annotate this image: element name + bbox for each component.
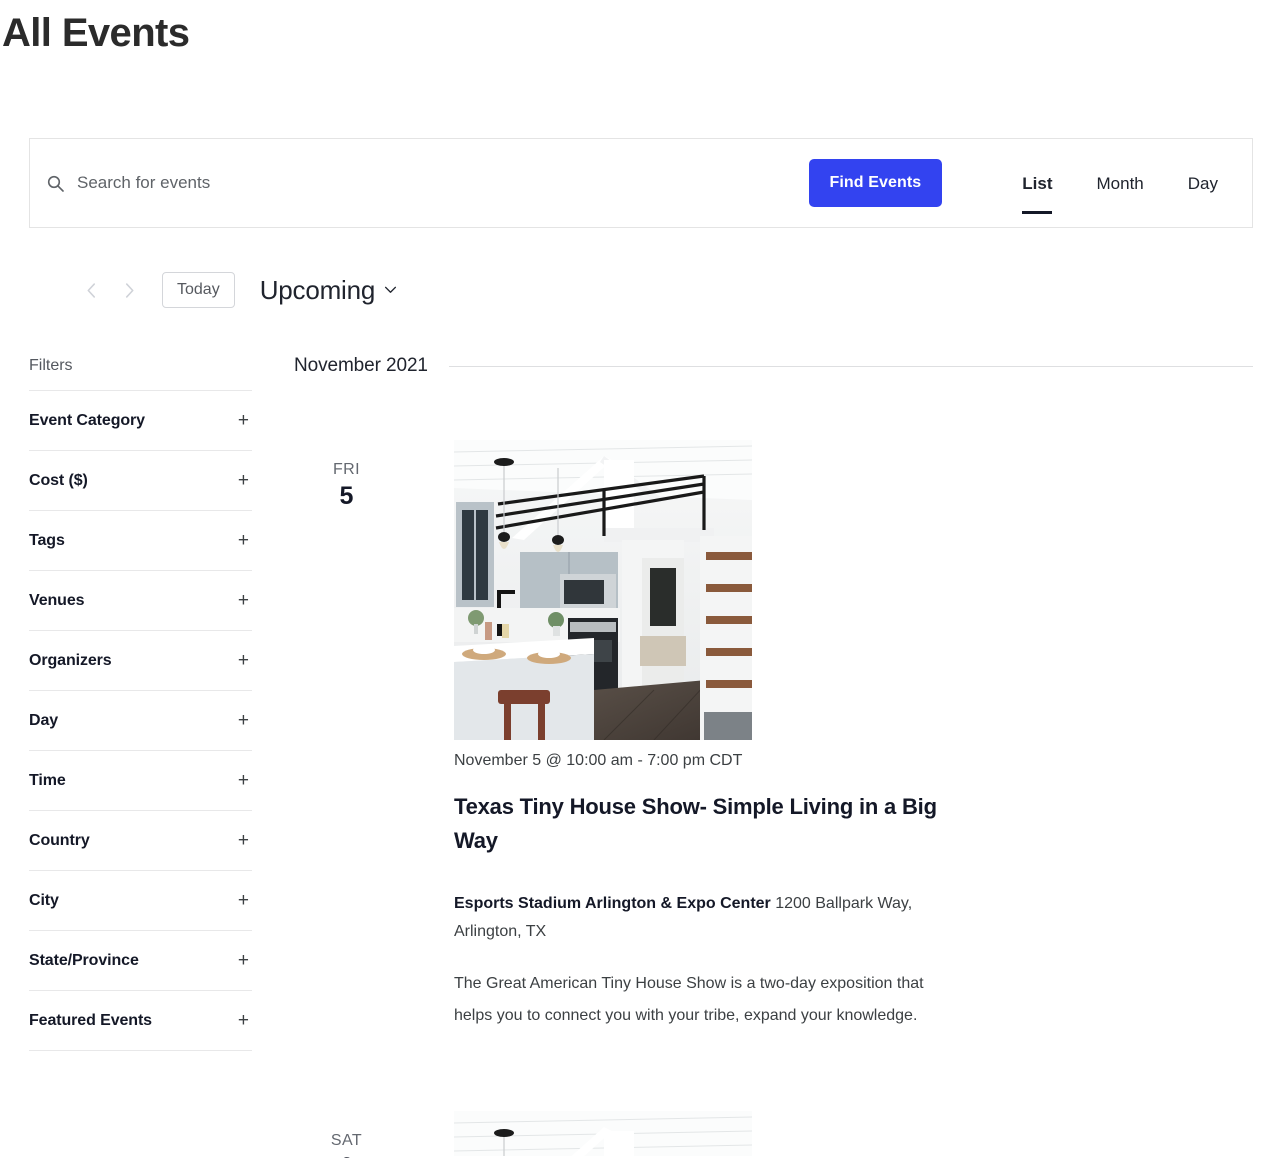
filter-label: Event Category <box>29 411 145 429</box>
filter-label: Venues <box>29 591 85 609</box>
filter-venues[interactable]: Venues + <box>29 570 252 630</box>
filters-divider <box>29 1050 252 1051</box>
events-list: November 2021 FRI 5 November 5 @ 10:00 a… <box>252 345 1268 1158</box>
event-list-item: SAT 6 <box>294 1048 1253 1158</box>
event-venue-name: Esports Stadium Arlington & Expo Center <box>454 895 771 913</box>
filter-label: Day <box>29 711 59 729</box>
plus-icon: + <box>237 590 249 611</box>
month-label: November 2021 <box>294 355 428 376</box>
filter-day[interactable]: Day + <box>29 690 252 750</box>
event-list-item: FRI 5 November 5 @ 10:00 am - 7:00 pm CD… <box>294 377 1253 1048</box>
events-search-bar: Find Events List Month Day <box>29 138 1253 228</box>
date-range-label: Upcoming <box>259 274 376 305</box>
event-details <box>399 1111 1253 1157</box>
plus-icon: + <box>237 890 249 911</box>
all-events-page: All Events Find Events List Month Day <box>0 0 1268 1158</box>
tab-day[interactable]: Day <box>1166 175 1252 192</box>
event-description: The Great American Tiny House Show is a … <box>454 975 924 1025</box>
plus-icon: + <box>237 470 249 491</box>
search-icon <box>47 175 64 192</box>
today-button[interactable]: Today <box>162 271 235 309</box>
month-header: November 2021 <box>294 345 1253 377</box>
date-navigation: Today Upcoming <box>72 268 397 312</box>
chevron-left-icon <box>86 282 97 299</box>
page-title: All Events <box>2 11 190 55</box>
filter-featured-events[interactable]: Featured Events + <box>29 990 252 1050</box>
event-day-number: 5 <box>339 481 354 510</box>
filters-sidebar: Filters Event Category + Cost ($) + Tags… <box>0 345 252 1051</box>
event-date-block: FRI 5 <box>294 440 399 512</box>
plus-icon: + <box>237 530 249 551</box>
plus-icon: + <box>237 770 249 791</box>
month-divider <box>448 365 1253 367</box>
filter-organizers[interactable]: Organizers + <box>29 630 252 690</box>
search-field <box>30 139 809 227</box>
plus-icon: + <box>237 410 249 431</box>
event-details: November 5 @ 10:00 am - 7:00 pm CDT Texa… <box>399 440 1253 1048</box>
filter-label: City <box>29 891 59 909</box>
tab-month[interactable]: Month <box>1075 175 1166 192</box>
event-title[interactable]: Texas Tiny House Show- Simple Living in … <box>454 790 944 857</box>
filter-tags[interactable]: Tags + <box>29 510 252 570</box>
event-thumbnail[interactable] <box>454 440 752 740</box>
event-weekday: FRI <box>333 461 360 478</box>
event-weekday: SAT <box>330 1132 363 1150</box>
view-tabs: List Month Day <box>1000 139 1252 227</box>
filters-heading: Filters <box>29 357 73 374</box>
filter-cost[interactable]: Cost ($) + <box>29 450 252 510</box>
filter-label: Tags <box>29 531 65 549</box>
tab-list[interactable]: List <box>1000 175 1074 192</box>
event-date-block: SAT 6 <box>294 1111 399 1158</box>
filter-label: Cost ($) <box>29 471 88 489</box>
prev-events-button[interactable] <box>72 268 110 312</box>
plus-icon: + <box>237 830 249 851</box>
plus-icon: + <box>237 950 249 971</box>
tiny-house-interior-image <box>454 1111 752 1157</box>
filter-country[interactable]: Country + <box>29 810 252 870</box>
filter-label: Country <box>29 831 90 849</box>
filter-label: State/Province <box>29 951 139 969</box>
event-venue: Esports Stadium Arlington & Expo Center … <box>454 890 954 946</box>
plus-icon: + <box>237 1010 249 1031</box>
event-day-number: 6 <box>294 1152 399 1158</box>
chevron-down-icon <box>384 281 397 299</box>
search-input[interactable] <box>77 173 809 193</box>
plus-icon: + <box>237 710 249 731</box>
plus-icon: + <box>237 650 249 671</box>
filter-label: Time <box>29 771 66 789</box>
next-events-button[interactable] <box>110 268 148 312</box>
filter-state-province[interactable]: State/Province + <box>29 930 252 990</box>
find-events-button[interactable]: Find Events <box>808 159 943 207</box>
events-content: Filters Event Category + Cost ($) + Tags… <box>0 345 1268 1158</box>
filter-city[interactable]: City + <box>29 870 252 930</box>
filter-label: Organizers <box>29 651 112 669</box>
event-thumbnail[interactable] <box>454 1111 752 1157</box>
filter-label: Featured Events <box>29 1011 152 1029</box>
date-range-selector[interactable]: Upcoming <box>260 275 397 306</box>
event-datetime: November 5 @ 10:00 am - 7:00 pm CDT <box>454 752 743 769</box>
filter-event-category[interactable]: Event Category + <box>29 390 252 450</box>
tiny-house-interior-image <box>454 440 752 740</box>
filter-time[interactable]: Time + <box>29 750 252 810</box>
chevron-right-icon <box>124 282 135 299</box>
